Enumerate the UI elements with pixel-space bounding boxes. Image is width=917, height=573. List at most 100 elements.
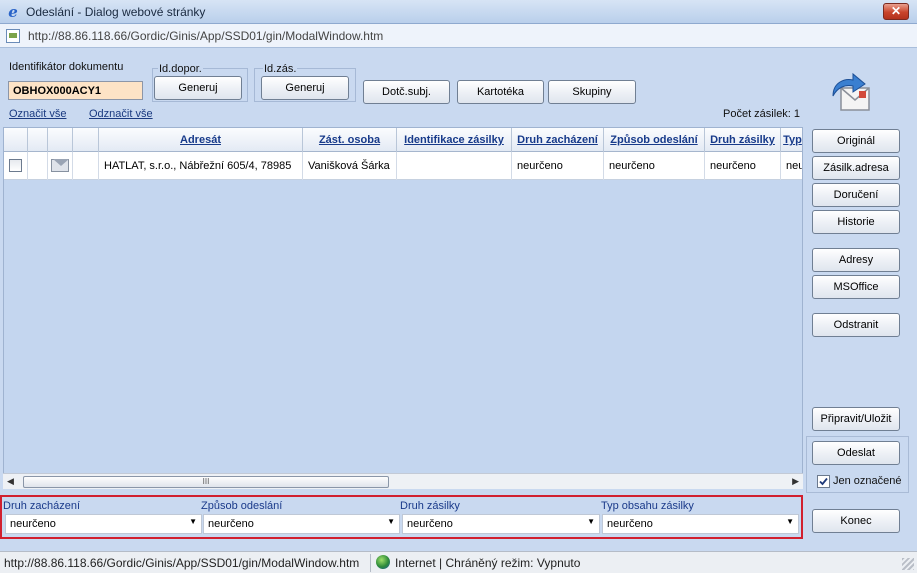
- kartoteka-label: Kartotéka: [476, 86, 525, 98]
- historie-button[interactable]: Historie: [812, 210, 900, 234]
- column-zpusob-odeslani[interactable]: Způsob odeslání: [604, 128, 705, 152]
- filter-label-druh-zasilky: Druh zásilky: [400, 500, 460, 512]
- chevron-down-icon: ▼: [387, 517, 395, 526]
- zasilk-adresa-label: Zásilk.adresa: [823, 162, 889, 174]
- grid-header: Adresát Zást. osoba Identifikace zásilky…: [4, 128, 802, 152]
- adresy-label: Adresy: [838, 254, 874, 266]
- filter-value-druh-zachazeni: neurčeno: [10, 518, 56, 530]
- address-bar: http://88.86.118.66/Gordic/Ginis/App/SSD…: [0, 24, 917, 48]
- odeslat-label: Odeslat: [837, 447, 875, 459]
- window-title: Odeslání - Dialog webové stránky: [26, 5, 206, 19]
- doc-id-field[interactable]: OBHOX000ACY1: [8, 81, 143, 100]
- historie-label: Historie: [837, 216, 875, 228]
- odstranit-label: Odstranit: [833, 319, 879, 331]
- row-blank-cell-2: [73, 152, 99, 180]
- msoffice-label: MSOffice: [833, 281, 879, 293]
- cell-identifikace: [397, 152, 512, 180]
- konec-label: Konec: [840, 515, 872, 527]
- original-label: Originál: [837, 135, 875, 147]
- resize-grip-icon[interactable]: [902, 558, 914, 570]
- odstranit-button[interactable]: Odstranit: [812, 313, 900, 337]
- generate-zas-button[interactable]: Generuj: [261, 76, 349, 100]
- header-blank-col-2: [73, 128, 99, 152]
- scroll-right-icon[interactable]: ▶: [792, 476, 799, 487]
- konec-button[interactable]: Konec: [812, 509, 900, 533]
- zasilk-adresa-button[interactable]: Zásilk.adresa: [812, 156, 900, 180]
- generate-zas-label: Generuj: [285, 82, 325, 94]
- header-blank-col: [28, 128, 48, 152]
- cell-zast-osoba: Vanišková Šárka: [303, 152, 397, 180]
- select-all-link[interactable]: Označit vše: [9, 108, 66, 120]
- scroll-thumb[interactable]: III: [23, 476, 389, 488]
- filter-panel: Druh zacházení neurčeno ▼ Způsob odeslán…: [0, 495, 803, 539]
- chevron-down-icon: ▼: [587, 517, 595, 526]
- page-icon: [6, 29, 20, 43]
- cell-zpusob-odeslani: neurčeno: [604, 152, 705, 180]
- row-blank-cell: [28, 152, 48, 180]
- status-zone: Internet | Chráněný režim: Vypnuto: [395, 556, 581, 570]
- odeslat-button[interactable]: Odeslat: [812, 441, 900, 465]
- column-typ[interactable]: Typ: [781, 128, 802, 152]
- status-separator: [370, 554, 371, 572]
- envelope-icon: [51, 159, 69, 172]
- chevron-down-icon: ▼: [786, 517, 794, 526]
- deselect-all-link[interactable]: Odznačit vše: [89, 108, 153, 120]
- id-dopor-label: Id.dopor.: [158, 63, 203, 75]
- original-button[interactable]: Originál: [812, 129, 900, 153]
- filter-select-druh-zachazeni[interactable]: neurčeno ▼: [5, 514, 202, 534]
- generate-dopor-button[interactable]: Generuj: [154, 76, 242, 100]
- cell-typ: neu: [786, 160, 803, 172]
- cell-druh-zasilky: neurčeno: [705, 152, 781, 180]
- filter-label-zpusob-odeslani: Způsob odeslání: [201, 500, 283, 512]
- globe-icon: [376, 555, 390, 569]
- column-identifikace[interactable]: Identifikace zásilky: [397, 128, 512, 152]
- doruceni-label: Doručení: [833, 189, 879, 201]
- filter-value-typ-obsahu: neurčeno: [607, 518, 653, 530]
- shipment-count: Počet zásilek: 1: [723, 108, 801, 120]
- window-titlebar: e Odeslání - Dialog webové stránky ✕: [0, 0, 917, 24]
- column-zast-osoba[interactable]: Zást. osoba: [303, 128, 397, 152]
- filter-select-druh-zasilky[interactable]: neurčeno ▼: [402, 514, 600, 534]
- status-url: http://88.86.118.66/Gordic/Ginis/App/SSD…: [4, 556, 360, 570]
- adresy-button[interactable]: Adresy: [812, 248, 900, 272]
- id-zas-label: Id.zás.: [263, 63, 298, 75]
- kartoteka-button[interactable]: Kartotéka: [457, 80, 544, 104]
- filter-select-typ-obsahu[interactable]: neurčeno ▼: [602, 514, 799, 534]
- ie-icon: e: [8, 3, 18, 21]
- filter-label-typ-obsahu: Typ obsahu zásilky: [601, 500, 694, 512]
- chevron-down-icon: ▼: [189, 517, 197, 526]
- close-icon[interactable]: ✕: [883, 3, 909, 20]
- filter-value-druh-zasilky: neurčeno: [407, 518, 453, 530]
- pripravit-ulozit-label: Připravit/Uložit: [820, 413, 892, 425]
- column-adresat[interactable]: Adresát: [99, 128, 303, 152]
- skupiny-button[interactable]: Skupiny: [548, 80, 636, 104]
- generate-dopor-label: Generuj: [178, 82, 218, 94]
- jen-oznacene-label: Jen označené: [833, 475, 902, 487]
- dotc-subj-label: Dotč.subj.: [382, 86, 431, 98]
- cell-druh-zachazeni: neurčeno: [512, 152, 604, 180]
- msoffice-button[interactable]: MSOffice: [812, 275, 900, 299]
- column-druh-zachazeni[interactable]: Druh zacházení: [512, 128, 604, 152]
- row-check-cell: [4, 152, 28, 180]
- filter-value-zpusob-odeslani: neurčeno: [208, 518, 254, 530]
- header-icon-col: [48, 128, 73, 152]
- send-mail-icon: [832, 72, 870, 111]
- dotc-subj-button[interactable]: Dotč.subj.: [363, 80, 450, 104]
- filter-select-zpusob-odeslani[interactable]: neurčeno ▼: [203, 514, 400, 534]
- shipment-grid: Adresát Zást. osoba Identifikace zásilky…: [3, 127, 803, 489]
- skupiny-label: Skupiny: [572, 86, 612, 98]
- row-checkbox[interactable]: [9, 159, 22, 172]
- scroll-left-icon[interactable]: ◀: [7, 476, 14, 487]
- grid-horizontal-scrollbar[interactable]: ◀ III ▶: [3, 473, 803, 489]
- cell-adresat: HATLAT, s.r.o., Nábřežní 605/4, 78985: [99, 152, 303, 180]
- table-row[interactable]: HATLAT, s.r.o., Nábřežní 605/4, 78985 Va…: [4, 152, 803, 180]
- row-icon-cell: [48, 152, 73, 180]
- address-url: http://88.86.118.66/Gordic/Ginis/App/SSD…: [28, 29, 384, 43]
- checkmark-icon: [819, 477, 828, 486]
- status-bar: http://88.86.118.66/Gordic/Ginis/App/SSD…: [0, 551, 917, 573]
- jen-oznacene-checkbox[interactable]: [817, 475, 830, 488]
- header-check-col: [4, 128, 28, 152]
- doruceni-button[interactable]: Doručení: [812, 183, 900, 207]
- pripravit-ulozit-button[interactable]: Připravit/Uložit: [812, 407, 900, 431]
- column-druh-zasilky[interactable]: Druh zásilky: [705, 128, 781, 152]
